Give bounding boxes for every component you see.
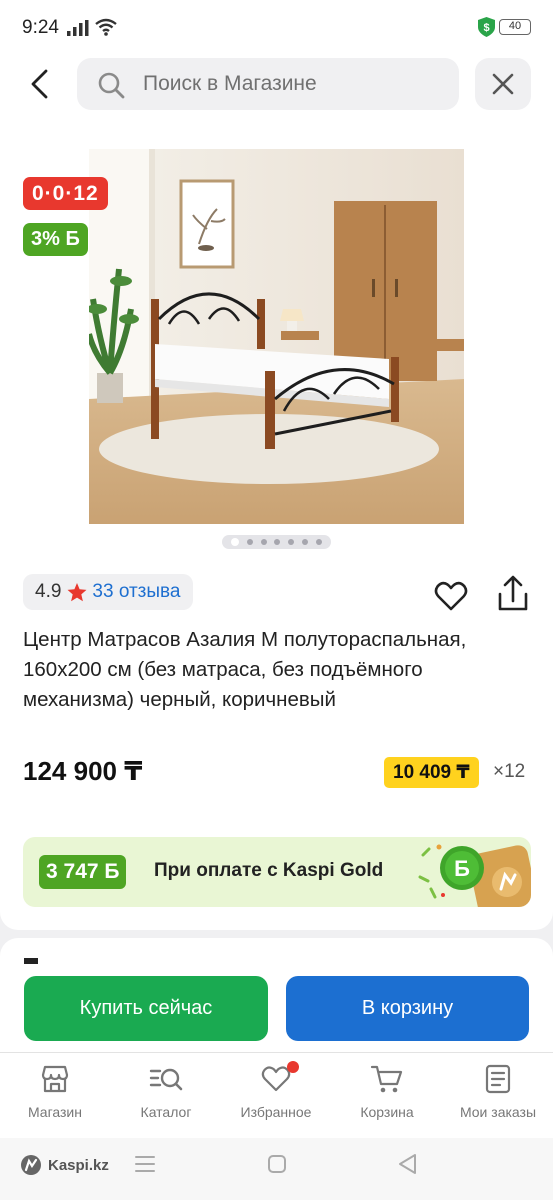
battery-indicator: 40 <box>499 19 531 35</box>
tab-store[interactable]: Магазин <box>0 1063 110 1120</box>
store-icon <box>41 1065 69 1093</box>
pagination-dot[interactable] <box>302 539 309 545</box>
product-image[interactable] <box>89 149 464 524</box>
signal-icon <box>67 20 89 36</box>
cart-icon <box>370 1065 403 1093</box>
tab-label: Каталог <box>140 1104 192 1120</box>
notification-dot <box>287 1061 299 1073</box>
home-icon[interactable] <box>268 1155 286 1173</box>
section-heading-fragment <box>24 958 38 964</box>
star-icon <box>67 582 87 601</box>
installment-badge[interactable]: 10 409 ₸ <box>384 757 479 788</box>
tab-catalog[interactable]: Каталог <box>111 1063 221 1120</box>
top-bar: Поиск в Магазине <box>0 56 553 116</box>
tab-label: Корзина <box>360 1104 414 1120</box>
bonus-percent-badge: 3% Б <box>23 223 88 256</box>
reviews-link[interactable]: 33 отзыва <box>92 581 180 603</box>
kaspi-gold-bonus-badge: 3 747 Б <box>39 855 127 889</box>
kaspi-brand: Kaspi.kz <box>20 1154 109 1176</box>
favorite-heart-icon[interactable] <box>433 578 469 614</box>
tab-favorites[interactable]: Избранное <box>221 1061 331 1120</box>
search-placeholder: Поиск в Магазине <box>143 72 317 95</box>
pagination-dot[interactable] <box>315 539 322 545</box>
kaspi-gold-banner[interactable]: 3 747 Б При оплате с Kaspi Gold Б <box>23 837 531 907</box>
search-icon <box>98 72 125 99</box>
promo-timer-badge: 0·0·12 <box>23 177 108 210</box>
system-nav-bar: Kaspi.kz <box>0 1138 553 1200</box>
product-price: 124 900 ₸ <box>23 756 143 786</box>
kaspi-gold-text: При оплате с Kaspi Gold <box>154 860 384 881</box>
catalog-icon <box>149 1068 183 1091</box>
close-button[interactable] <box>475 58 531 110</box>
tab-orders[interactable]: Мои заказы <box>443 1063 553 1120</box>
back-button[interactable] <box>24 66 60 102</box>
security-shield-icon: $ <box>478 17 495 37</box>
add-to-cart-button[interactable]: В корзину <box>286 976 529 1041</box>
buy-now-button[interactable]: Купить сейчас <box>24 976 268 1041</box>
recent-apps-icon[interactable] <box>135 1155 155 1173</box>
pagination-dot[interactable] <box>274 539 281 545</box>
wifi-icon <box>95 18 117 36</box>
tab-label: Магазин <box>27 1104 82 1120</box>
installment-count: ×12 <box>493 761 526 782</box>
rating-value: 4.9 <box>35 581 62 602</box>
orders-icon <box>485 1064 511 1094</box>
bedroom-photo <box>89 149 464 524</box>
rating-summary[interactable]: 4.9 33 отзыва <box>23 574 193 610</box>
tab-cart[interactable]: Корзина <box>332 1063 442 1120</box>
system-back-icon[interactable] <box>397 1153 417 1175</box>
search-input[interactable]: Поиск в Магазине <box>77 58 459 110</box>
pagination-dot[interactable] <box>246 539 253 545</box>
close-icon <box>492 73 514 95</box>
kaspi-gold-card-icon: Б <box>418 844 531 907</box>
svg-text:$: $ <box>483 22 489 34</box>
status-bar: 9:24 $ 40 <box>0 0 553 56</box>
pagination-dot[interactable] <box>230 538 239 546</box>
product-card: 0·0·12 3% Б 4.9 33 отзыва Центр Матрасов… <box>0 116 553 930</box>
tab-label: Мои заказы <box>459 1104 537 1120</box>
image-pagination <box>222 535 331 549</box>
status-time: 9:24 <box>22 17 59 38</box>
share-icon[interactable] <box>494 574 532 614</box>
pagination-dot[interactable] <box>288 539 295 545</box>
brand-label: Kaspi.kz <box>48 1156 109 1174</box>
product-title: Центр Матрасов Азалия М полутораспальная… <box>23 628 467 711</box>
pagination-dot[interactable] <box>260 539 267 545</box>
kaspi-logo-icon <box>21 1155 41 1175</box>
svg-text:Б: Б <box>454 856 470 881</box>
bottom-tab-bar: Магазин Каталог Избранное Корзина Мои за… <box>0 1052 553 1138</box>
tab-label: Избранное <box>240 1104 312 1120</box>
